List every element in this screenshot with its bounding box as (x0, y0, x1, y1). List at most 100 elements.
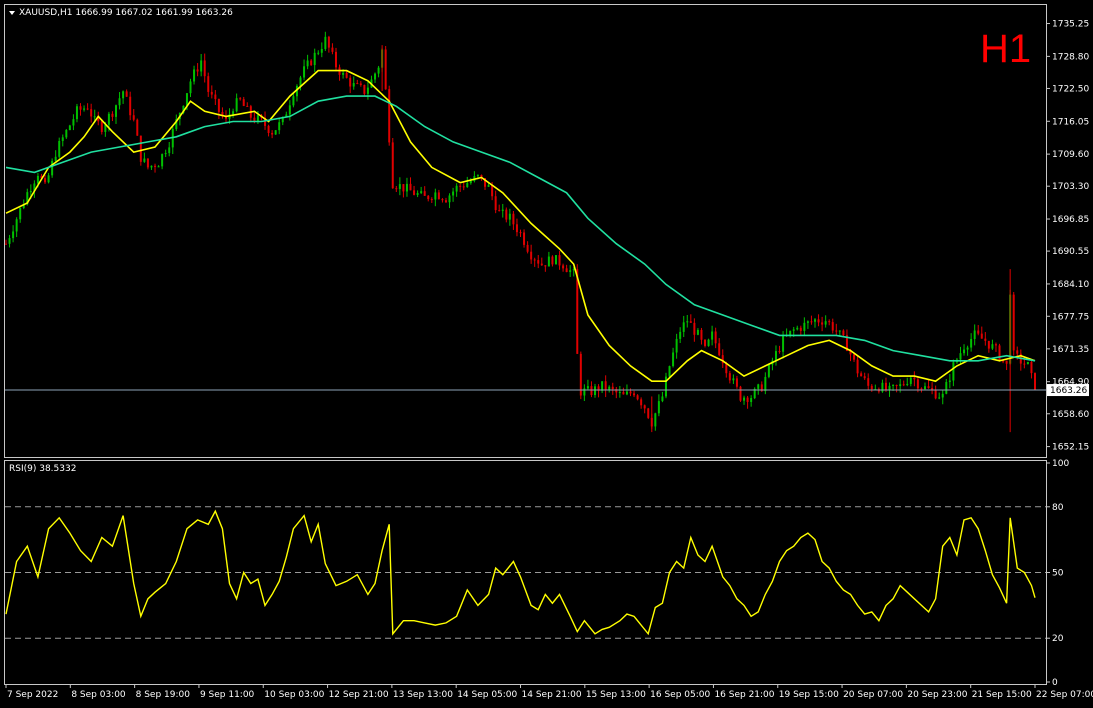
candle-body (331, 47, 334, 52)
candle-body (405, 183, 408, 192)
time-tick-label: 10 Sep 03:00 (264, 690, 324, 700)
candle-body (83, 108, 86, 110)
candle-body (689, 321, 692, 323)
candle-body (86, 108, 89, 110)
rsi-tick-label: 50 (1052, 569, 1064, 579)
candle-body (12, 231, 15, 239)
candle-body (594, 386, 597, 395)
candle-body (963, 349, 966, 354)
candle-body (565, 268, 568, 273)
time-tick-label: 19 Sep 15:00 (779, 690, 839, 700)
candle-body (476, 174, 479, 177)
candle-body (728, 373, 731, 381)
candle-body (189, 81, 192, 94)
candle-body (239, 98, 242, 100)
candle (998, 343, 1001, 362)
candle-body (515, 224, 518, 233)
candle-body (654, 413, 657, 427)
candle-body (774, 351, 777, 361)
candle-body (523, 232, 526, 245)
price-tick-label: 1696.85 (1052, 215, 1089, 225)
candle-body (100, 121, 103, 132)
trading-chart[interactable]: 1735.25 1728.80 1722.50 1716.05 1709.60 1703.… (0, 0, 1093, 708)
candle-body (860, 373, 863, 377)
candle-body (870, 385, 873, 390)
candle-body (824, 321, 827, 325)
candle-body (611, 386, 614, 390)
candle (707, 338, 710, 347)
candle-body (320, 48, 323, 53)
candle-body (941, 393, 944, 398)
candle-body (633, 393, 636, 396)
candle-body (803, 322, 806, 331)
candle-body (579, 353, 582, 396)
candle-body (643, 405, 646, 409)
candle-body (817, 319, 820, 323)
candle-body (374, 73, 377, 80)
candle (388, 85, 391, 146)
time-tick-label: 16 Sep 05:00 (650, 690, 710, 700)
candle-body (168, 147, 171, 154)
candle-body (246, 105, 249, 107)
candle-body (65, 130, 68, 138)
price-tick-label: 1722.50 (1052, 84, 1089, 94)
candle-body (409, 183, 412, 191)
candle-body (118, 98, 121, 106)
candle-body (193, 69, 196, 82)
candle-body (161, 154, 164, 167)
candle (1034, 372, 1036, 391)
candle-body (303, 66, 306, 78)
candle-body (125, 91, 128, 97)
candle (391, 137, 394, 189)
candle-body (494, 196, 497, 211)
price-tick-label: 1684.10 (1052, 280, 1089, 290)
price-tick-label: 1658.60 (1052, 410, 1089, 420)
candle-body (274, 130, 277, 135)
candle-body (455, 185, 458, 192)
candle-body (828, 321, 831, 323)
candle-body (554, 255, 557, 265)
candle-body (430, 199, 433, 201)
candle-body (203, 60, 206, 77)
price-tick-label: 1690.55 (1052, 247, 1089, 257)
candle-body (661, 396, 664, 402)
candle-body (508, 213, 511, 220)
candle-body (884, 382, 887, 390)
candle-body (150, 165, 153, 168)
candle (579, 351, 582, 400)
candle-body (459, 185, 462, 187)
candle-body (704, 339, 707, 346)
candle (647, 407, 650, 420)
candle-body (625, 391, 628, 395)
rsi-tick-label: 80 (1052, 503, 1064, 513)
candle (1012, 291, 1015, 356)
candle-body (973, 330, 976, 340)
candle-body (491, 185, 494, 197)
candle-body (924, 386, 927, 390)
candle-body (146, 158, 149, 168)
candle-body (395, 188, 398, 190)
candle (554, 255, 557, 265)
candle-body (916, 379, 919, 389)
candle-body (487, 185, 490, 187)
candle-body (164, 153, 167, 155)
candle-body (888, 385, 891, 390)
last-price-label: 1663.26 (1050, 386, 1087, 396)
candle-body (675, 338, 678, 353)
candle-body (466, 183, 469, 188)
candle-body (111, 113, 114, 117)
candle-body (398, 184, 401, 189)
candle-body (306, 60, 309, 67)
candle-body (544, 265, 547, 267)
candle-body (714, 331, 717, 344)
candle-body (562, 265, 565, 269)
candle-body (434, 192, 437, 200)
candle-body (792, 329, 795, 331)
candle-body (590, 386, 593, 395)
symbol-header: XAUUSD,H1 1666.99 1667.02 1661.99 1663.2… (19, 8, 233, 18)
candle-body (682, 322, 685, 332)
chart-background (0, 0, 1093, 708)
candle-body (29, 191, 32, 193)
candle-body (19, 208, 22, 220)
candle-body (61, 137, 64, 141)
